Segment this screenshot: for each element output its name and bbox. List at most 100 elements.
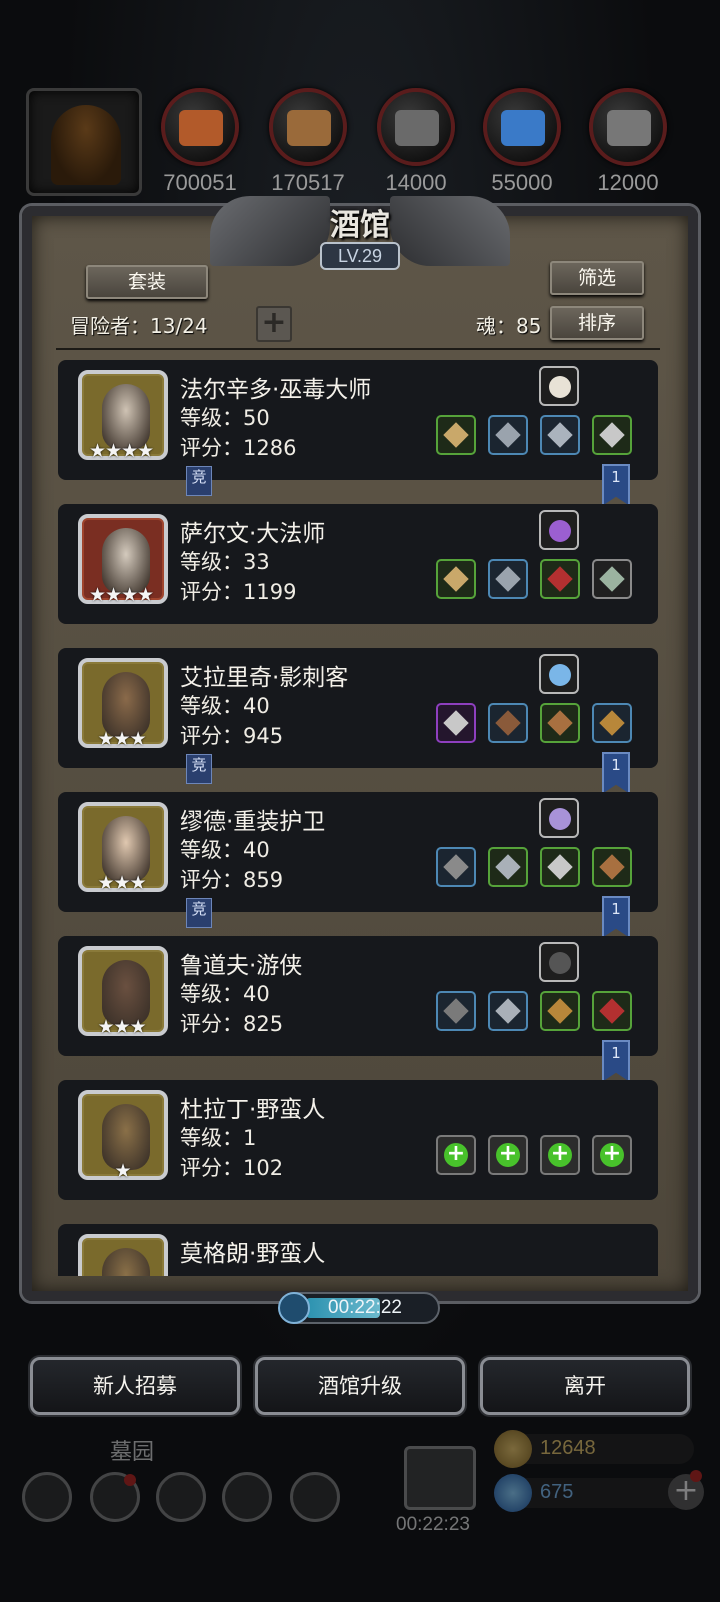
gold-amount: 12648: [540, 1437, 596, 1459]
equipment-slot[interactable]: [592, 991, 632, 1031]
equipment-slot[interactable]: [592, 703, 632, 743]
equipment-slot[interactable]: [540, 991, 580, 1031]
empty-equipment-slot[interactable]: +: [592, 1135, 632, 1175]
hero-score: 评分：859: [180, 868, 284, 892]
equipment-icon: [599, 422, 625, 448]
hero-level: 等级：40: [180, 838, 270, 862]
equipment-slot[interactable]: [488, 703, 528, 743]
equipment-slot[interactable]: [592, 847, 632, 887]
hero-skill-icon[interactable]: [539, 510, 579, 550]
hero-portrait[interactable]: [78, 1234, 168, 1276]
hero-skill-icon[interactable]: [539, 798, 579, 838]
equipment-icon: [599, 998, 625, 1024]
hero-roster-icon[interactable]: [156, 1472, 206, 1522]
equipment-icon: [443, 422, 469, 448]
equipment-slot[interactable]: [436, 847, 476, 887]
currency-notification-dot: [690, 1470, 702, 1482]
set-button[interactable]: 套装: [86, 265, 208, 299]
skill-glyph: [549, 664, 571, 686]
iron-icon-glyph: [607, 110, 651, 146]
hooded-hero-icon: [51, 105, 121, 185]
map-icon[interactable]: [290, 1472, 340, 1522]
equipment-slot[interactable]: [488, 415, 528, 455]
empty-equipment-slot[interactable]: +: [488, 1135, 528, 1175]
skill-glyph: [549, 376, 571, 398]
equipment-slot[interactable]: [436, 415, 476, 455]
equipment-slot[interactable]: [436, 703, 476, 743]
tavern-header-crest: 酒馆 LV.29: [210, 186, 510, 282]
wood-icon: [269, 88, 347, 166]
hero-score: 评分：1199: [180, 580, 297, 604]
equipment-slot[interactable]: [540, 847, 580, 887]
resource-0[interactable]: 700051: [158, 88, 242, 198]
gift-box-icon[interactable]: [404, 1446, 476, 1510]
tavern-upgrade-button[interactable]: 酒馆升级: [255, 1357, 465, 1415]
equipment-slot[interactable]: [436, 991, 476, 1031]
hero-card[interactable]: ★ 杜拉丁·野蛮人 等级：1 评分：102 + + + +: [56, 1078, 662, 1200]
hero-card[interactable]: ★★★ 缪德·重装护卫 等级：40 评分：859 竞 1: [56, 790, 662, 938]
hero-skill-icon[interactable]: [539, 654, 579, 694]
hero-stars: ★★★★: [89, 584, 154, 606]
hero-name: 杜拉丁·野蛮人: [180, 1097, 326, 1123]
hero-name: 莫格朗·野蛮人: [180, 1241, 326, 1267]
equipment-icon: [495, 566, 521, 592]
leave-button[interactable]: 离开: [480, 1357, 690, 1415]
arena-tag: 竞: [186, 466, 212, 496]
resource-1[interactable]: 170517: [266, 88, 350, 198]
resource-4[interactable]: 12000: [586, 88, 670, 198]
clock-icon: [278, 1292, 310, 1324]
mail-icon[interactable]: [222, 1472, 272, 1522]
equipment-icon: [547, 710, 573, 736]
equipment-slot[interactable]: [540, 415, 580, 455]
equipment-icon: [495, 710, 521, 736]
team-ribbon: 1: [602, 1040, 630, 1082]
hero-card[interactable]: ★★★★ 萨尔文·大法师 等级：33 评分：1199: [56, 502, 662, 624]
resource-3[interactable]: 55000: [480, 88, 564, 198]
header-divider: [56, 348, 660, 350]
hero-portrait-slot[interactable]: [26, 88, 142, 196]
gem-icon: [494, 1474, 532, 1512]
hero-level: 等级：40: [180, 694, 270, 718]
equipment-slot[interactable]: [592, 559, 632, 599]
empty-equipment-slot[interactable]: +: [540, 1135, 580, 1175]
sort-button[interactable]: 排序: [550, 306, 644, 340]
equipment-icon: [599, 854, 625, 880]
gem-amount: 675: [540, 1481, 574, 1503]
hero-card[interactable]: ★★★ 鲁道夫·游侠 等级：40 评分：825 1: [56, 934, 662, 1082]
equipment-slot[interactable]: [488, 559, 528, 599]
hero-face-icon: [102, 1248, 150, 1276]
hero-skill-icon[interactable]: [539, 942, 579, 982]
equipment-slot[interactable]: [488, 847, 528, 887]
hero-card[interactable]: 莫格朗·野蛮人: [56, 1222, 662, 1276]
hero-skill-icon[interactable]: [539, 366, 579, 406]
hero-stars: ★★★: [97, 1016, 147, 1038]
filter-button[interactable]: 筛选: [550, 261, 644, 295]
equipment-icon: [443, 998, 469, 1024]
hero-level: 等级：1: [180, 1126, 257, 1150]
equipment-slot[interactable]: [540, 703, 580, 743]
add-slot-button[interactable]: +: [256, 306, 292, 342]
hero-score: 评分：825: [180, 1012, 284, 1036]
resource-2[interactable]: 14000: [374, 88, 458, 198]
hero-card[interactable]: ★★★★ 法尔辛多·巫毒大师 等级：50 评分：1286 竞 1: [56, 358, 662, 506]
hero-score: 评分：1286: [180, 436, 297, 460]
stone-icon: [377, 88, 455, 166]
equipment-slot[interactable]: [592, 415, 632, 455]
equipment-slot[interactable]: [540, 559, 580, 599]
hero-list[interactable]: ★★★★ 法尔辛多·巫毒大师 等级：50 评分：1286 竞 1 ★★★★ 萨尔文·大法师 等级…: [56, 358, 662, 1276]
crystal-icon-glyph: [501, 110, 545, 146]
team-ribbon: 1: [602, 752, 630, 794]
soul-count: 魂：85: [476, 314, 542, 338]
hero-name: 萨尔文·大法师: [180, 521, 326, 547]
recruit-button[interactable]: 新人招募: [30, 1357, 240, 1415]
equipment-icon: [599, 566, 625, 592]
equipment-icon: [547, 854, 573, 880]
equipment-slot[interactable]: [436, 559, 476, 599]
settings-gear-icon[interactable]: [22, 1472, 72, 1522]
empty-equipment-slot[interactable]: +: [436, 1135, 476, 1175]
add-equipment-icon: +: [496, 1143, 520, 1167]
equipment-icon: [495, 854, 521, 880]
hero-card[interactable]: ★★★ 艾拉里奇·影刺客 等级：40 评分：945 竞 1: [56, 646, 662, 794]
hero-level: 等级：40: [180, 982, 270, 1006]
equipment-slot[interactable]: [488, 991, 528, 1031]
